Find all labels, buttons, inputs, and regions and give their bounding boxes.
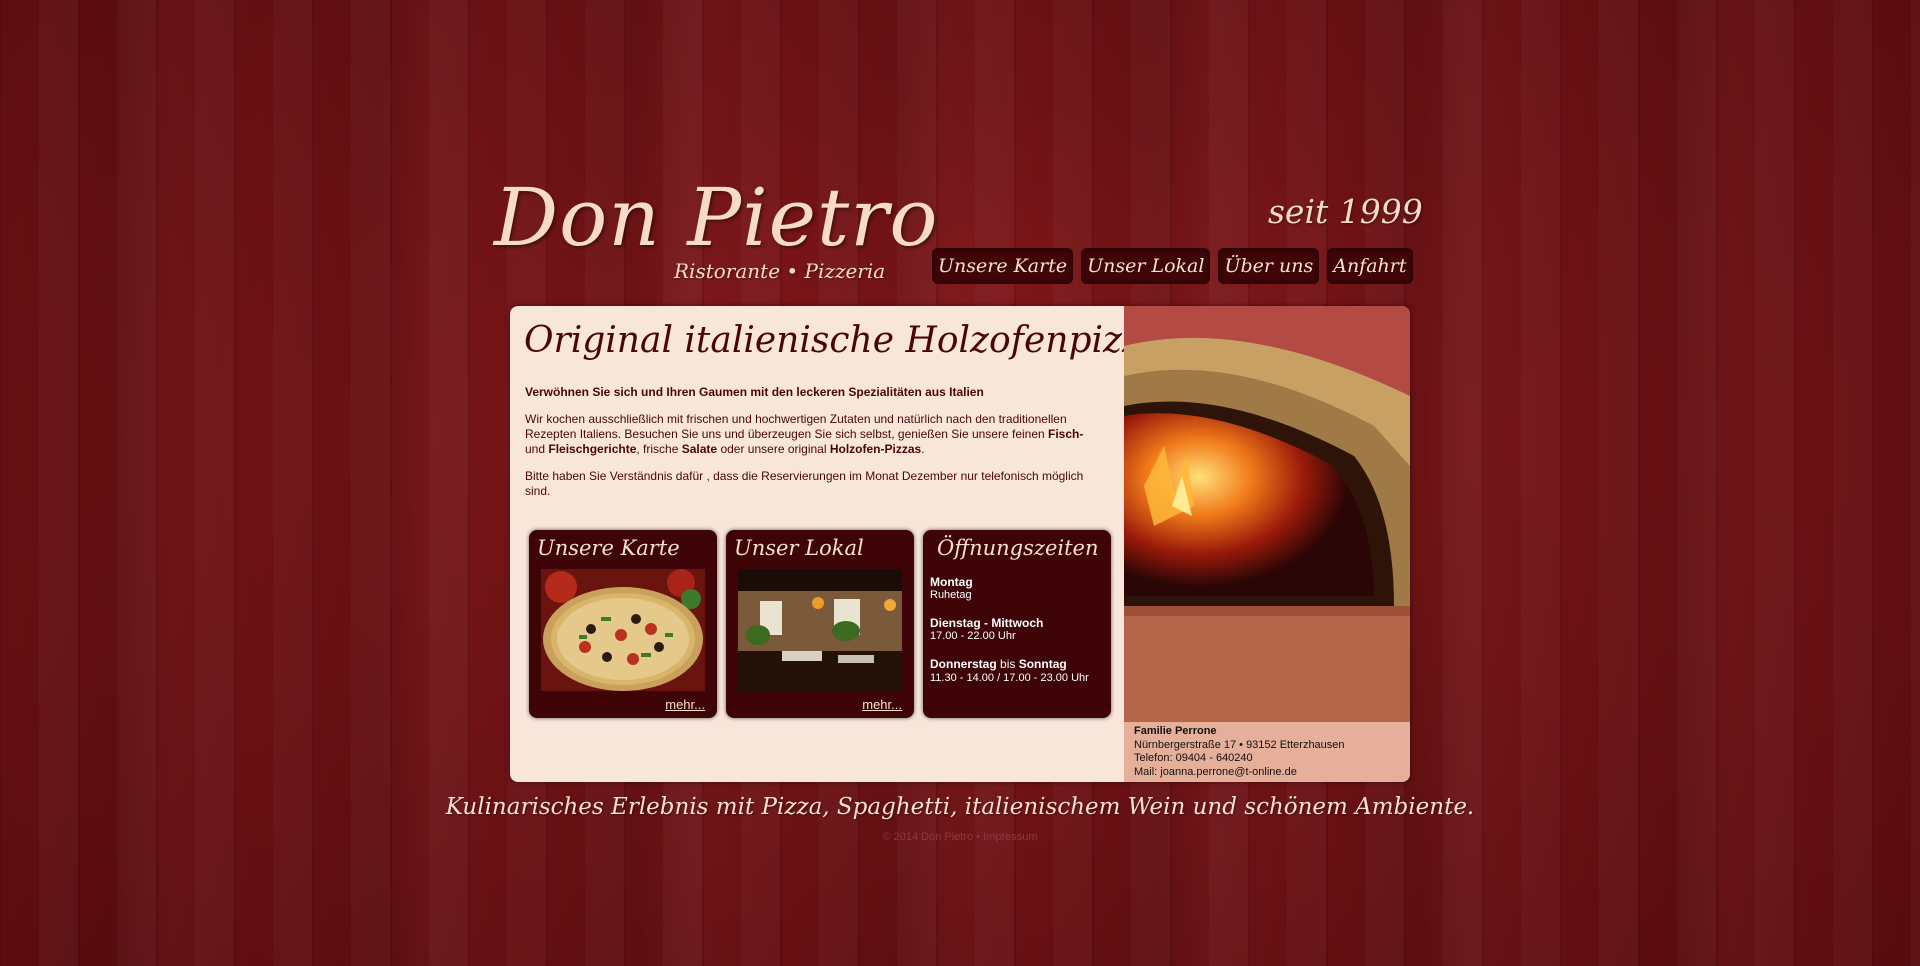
content-panel: Original italienische Holzofenpizzas Ver… — [510, 306, 1410, 782]
hours-connector: bis — [996, 657, 1019, 671]
restaurant-image[interactable] — [738, 569, 902, 691]
box-unser-lokal: Unser Lokal mehr... — [726, 530, 914, 718]
nav-ueber-uns[interactable]: Über uns — [1218, 248, 1320, 284]
oven-photo: Familie Perrone Nürnbergerstraße 17 • 93… — [1124, 306, 1410, 782]
more-link-lokal[interactable]: mehr... — [862, 697, 902, 712]
opening-hours: Montag Ruhetag Dienstag - Mittwoch 17.00… — [930, 576, 1105, 685]
copyright-text: © 2014 Don Pietro • — [882, 831, 984, 843]
main-nav: Unsere Karte Unser Lokal Über uns Anfahr… — [932, 248, 1413, 284]
para-text: , frische — [636, 442, 682, 456]
page-headline: Original italienische Holzofenpizzas — [524, 320, 1181, 361]
nav-unsere-karte[interactable]: Unsere Karte — [932, 248, 1074, 284]
nav-unser-lokal[interactable]: Unser Lokal — [1081, 248, 1211, 284]
logo-subtitle: Ristorante • Pizzeria — [674, 259, 886, 283]
para-text: und — [525, 442, 549, 456]
para-bold: Fleischgerichte — [548, 442, 637, 456]
contact-name: Familie Perrone — [1134, 725, 1217, 737]
reservation-note: Bitte haben Sie Verständnis dafür , dass… — [525, 469, 1084, 498]
contact-info: Familie Perrone Nürnbergerstraße 17 • 93… — [1124, 722, 1410, 782]
intro-paragraph: Wir kochen ausschließlich mit frischen u… — [525, 412, 1105, 457]
nav-anfahrt[interactable]: Anfahrt — [1327, 248, 1413, 284]
more-link-karte[interactable]: mehr... — [665, 697, 705, 712]
hours-time: Ruhetag — [930, 589, 972, 601]
box-oeffnungszeiten: Öffnungszeiten Montag Ruhetag Dienstag -… — [923, 530, 1111, 718]
hours-day: Dienstag - Mittwoch — [930, 616, 1044, 630]
para-bold: Salate — [681, 442, 718, 456]
para-text: Wir kochen ausschließlich mit frischen u… — [525, 412, 1067, 441]
para-text: oder unsere original — [717, 442, 830, 456]
hours-time: 17.00 - 22.00 Uhr — [930, 630, 1016, 642]
pizza-image[interactable] — [541, 569, 705, 691]
tagline: Kulinarisches Erlebnis mit Pizza, Spaghe… — [445, 794, 1475, 820]
impressum-link[interactable]: Impressum — [983, 831, 1037, 843]
lead-text: Verwöhnen Sie sich und Ihren Gaumen mit … — [525, 385, 984, 399]
hours-day: Sonntag — [1018, 657, 1067, 671]
box-title-lokal: Unser Lokal — [734, 536, 864, 560]
main-content: Original italienische Holzofenpizzas Ver… — [510, 306, 1181, 782]
box-title-hours: Öffnungszeiten — [937, 536, 1099, 560]
contact-mail[interactable]: Mail: joanna.perrone@t-online.de — [1134, 766, 1410, 780]
contact-address: Nürnbergerstraße 17 • 93152 Etterzhausen — [1134, 738, 1345, 751]
site-logo[interactable]: Don Pietro Ristorante • Pizzeria — [494, 178, 938, 288]
hours-day: Donnerstag — [930, 657, 997, 671]
box-title-karte: Unsere Karte — [537, 536, 680, 560]
footer: © 2014 Don Pietro • Impressum — [0, 831, 1920, 843]
para-text: . — [921, 442, 925, 456]
para-bold: Fisch- — [1048, 427, 1084, 441]
hours-day-row: Donnerstag bis Sonntag — [930, 658, 1105, 672]
hours-time: 11.30 - 14.00 / 17.00 - 23.00 Uhr — [930, 672, 1089, 684]
box-unsere-karte: Unsere Karte mehr... — [529, 530, 717, 718]
para-bold: Holzofen-Pizzas — [829, 442, 922, 456]
contact-phone: Telefon: 09404 - 640240 — [1134, 752, 1253, 764]
hours-day: Montag — [930, 575, 973, 589]
since-text: seit 1999 — [1268, 192, 1423, 231]
logo-title: Don Pietro — [494, 171, 939, 264]
